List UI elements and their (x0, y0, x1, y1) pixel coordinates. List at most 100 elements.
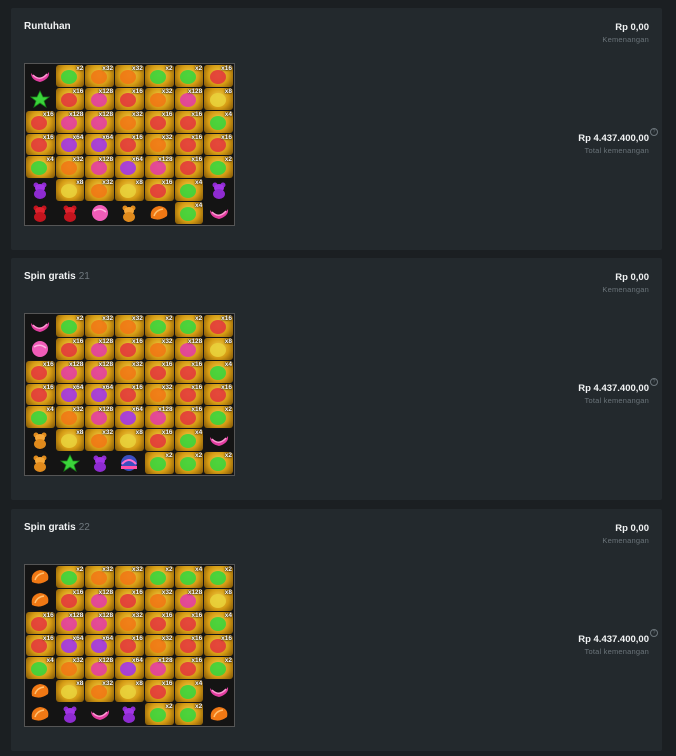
multiplier-symbol: x32 (85, 429, 115, 452)
multiplier-label: x64 (131, 406, 143, 414)
multiplier-symbol: x16 (26, 611, 55, 634)
multiplier-symbol: x128 (85, 156, 115, 179)
multiplier-label: x16 (191, 383, 203, 391)
multiplier-label: x2 (165, 452, 173, 460)
multiplier-label: x2 (224, 566, 232, 573)
pcandy-icon (204, 202, 233, 224)
multiplier-label: x8 (76, 179, 84, 187)
multiplier-label: x8 (224, 337, 232, 345)
multiplier-label: x16 (131, 634, 143, 642)
multiplier-symbol: x4 (174, 566, 204, 588)
multiplier-label: x8 (76, 429, 84, 437)
multiplier-symbol: x16 (144, 611, 174, 634)
multiplier-symbol: x2 (144, 452, 174, 474)
multiplier-symbol: x2 (144, 703, 174, 725)
multiplier-label: x32 (161, 133, 173, 141)
multiplier-label: x128 (68, 360, 84, 368)
multiplier-symbol: x16 (144, 179, 174, 202)
multiplier-symbol: x16 (174, 156, 204, 179)
multiplier-label: x16 (131, 588, 143, 596)
multiplier-label: x8 (135, 429, 143, 437)
multiplier-symbol: x2 (55, 65, 85, 87)
multiplier-symbol: x16 (204, 383, 233, 406)
rbear-icon (56, 202, 85, 224)
multiplier-label: x2 (76, 65, 84, 72)
multiplier-label: x128 (187, 87, 203, 95)
multiplier-label: x8 (76, 680, 84, 688)
win-label: Kemenangan (602, 35, 649, 44)
panel-title-text: Runtuhan (24, 21, 71, 32)
multiplier-symbol: x4 (26, 156, 55, 179)
multiplier-label: x32 (131, 65, 143, 72)
multiplier-label: x2 (165, 703, 173, 711)
multiplier-symbol: x16 (55, 588, 85, 611)
gbear-icon (26, 429, 55, 451)
multiplier-symbol: x16 (26, 360, 55, 383)
multiplier-label: x4 (46, 406, 54, 414)
multiplier-label: x64 (72, 634, 84, 642)
multiplier-label: x4 (224, 360, 232, 368)
ocandy-icon (26, 703, 55, 725)
multiplier-label: x16 (191, 360, 203, 368)
multiplier-label: x16 (131, 133, 143, 141)
multiplier-label: x16 (191, 406, 203, 414)
multiplier-label: x128 (98, 406, 114, 414)
multiplier-symbol: x16 (115, 133, 144, 156)
multiplier-symbol: x16 (115, 87, 144, 110)
multiplier-label: x16 (191, 657, 203, 665)
multiplier-symbol: x64 (115, 406, 144, 429)
multiplier-label: x2 (195, 315, 203, 322)
win-amount: Rp 0,00 (615, 272, 649, 283)
multiplier-label: x128 (98, 657, 114, 665)
multiplier-symbol: x32 (115, 566, 144, 588)
multiplier-label: x32 (131, 566, 143, 573)
multiplier-label: x32 (102, 65, 114, 72)
multiplier-symbol: x8 (115, 680, 144, 703)
multiplier-symbol: x64 (115, 657, 144, 680)
multiplier-symbol: x16 (174, 383, 204, 406)
multiplier-symbol: x16 (144, 110, 174, 133)
info-icon[interactable]: ? (650, 128, 658, 136)
multiplier-label: x4 (195, 202, 203, 210)
multiplier-label: x2 (76, 315, 84, 322)
multiplier-label: x16 (221, 634, 232, 642)
multiplier-label: x16 (161, 680, 173, 688)
multiplier-label: x4 (195, 680, 203, 688)
multiplier-symbol: x64 (85, 133, 115, 156)
multiplier-symbol: x16 (174, 611, 204, 634)
lolly-icon (26, 338, 55, 360)
multiplier-symbol: x32 (115, 611, 144, 634)
multiplier-symbol: x4 (174, 429, 204, 452)
multiplier-label: x64 (131, 156, 143, 164)
ocandy-icon (26, 680, 55, 702)
multiplier-label: x32 (131, 315, 143, 322)
gbear-icon (115, 202, 144, 224)
info-icon[interactable]: ? (650, 378, 658, 386)
scatter-icon (115, 452, 144, 474)
multiplier-symbol: x4 (174, 179, 204, 202)
pcandy-icon (85, 703, 114, 725)
multiplier-label: x16 (42, 634, 54, 642)
multiplier-label: x16 (161, 179, 173, 187)
multiplier-label: x32 (102, 566, 114, 573)
multiplier-label: x16 (42, 133, 54, 141)
multiplier-symbol: x32 (144, 383, 174, 406)
multiplier-label: x128 (98, 156, 114, 164)
multiplier-symbol: x16 (174, 360, 204, 383)
rbear-icon (26, 202, 55, 224)
multiplier-symbol: x2 (204, 156, 233, 179)
multiplier-label: x64 (102, 634, 114, 642)
win-label: Kemenangan (602, 285, 649, 294)
multiplier-label: x4 (46, 657, 54, 665)
multiplier-label: x16 (42, 360, 54, 368)
info-icon[interactable]: ? (650, 629, 658, 637)
multiplier-label: x32 (161, 337, 173, 345)
multiplier-symbol: x128 (85, 657, 115, 680)
multiplier-symbol: x16 (204, 634, 233, 657)
multiplier-symbol: x16 (204, 315, 233, 337)
multiplier-symbol: x32 (85, 179, 115, 202)
multiplier-symbol: x8 (55, 179, 85, 202)
pcandy-icon (204, 429, 233, 451)
multiplier-symbol: x128 (144, 406, 174, 429)
pbear-icon (204, 179, 233, 201)
